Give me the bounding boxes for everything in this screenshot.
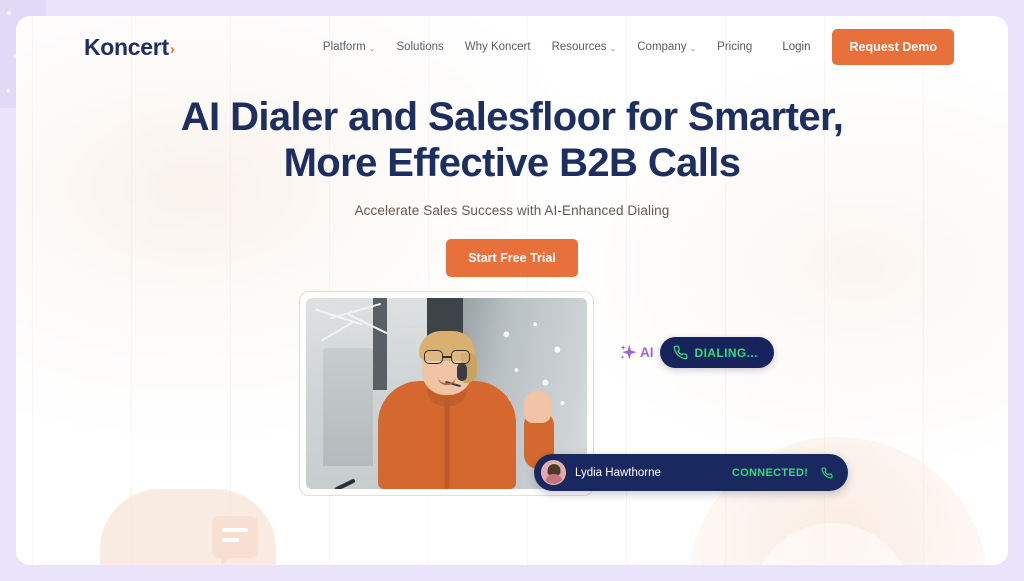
nav-item-platform[interactable]: Platform ⌄ xyxy=(323,41,376,53)
nav-item-resources[interactable]: Resources ⌄ xyxy=(552,41,617,53)
photo-door xyxy=(322,347,374,467)
start-free-trial-button[interactable]: Start Free Trial xyxy=(446,238,578,277)
agent-pen xyxy=(334,478,356,489)
headset-icon xyxy=(456,363,467,381)
nav-label: Solutions xyxy=(396,41,444,53)
dialing-status-text: DIALING... xyxy=(694,345,758,360)
nav-label: Why Koncert xyxy=(464,41,531,53)
ai-sparkle-badge: AI xyxy=(619,343,654,362)
main-navigation: Platform ⌄ Solutions Why Koncert Resourc… xyxy=(323,41,752,53)
agent-torso xyxy=(377,373,516,489)
nav-label: Platform xyxy=(322,41,366,53)
nav-item-solutions[interactable]: Solutions xyxy=(396,41,443,53)
contact-name: Lydia Hawthorne xyxy=(575,466,661,479)
photo-ceiling-beams xyxy=(312,302,408,346)
chat-bubble-icon xyxy=(212,516,258,565)
logo-chevron-icon: › xyxy=(169,40,175,58)
chevron-down-icon: ⌄ xyxy=(609,43,617,53)
logo-text: Koncert xyxy=(84,33,169,60)
agent-shirt-placket xyxy=(444,397,449,489)
page-title: AI Dialer and Salesfloor for Smarter, Mo… xyxy=(16,94,1008,187)
nav-label: Company xyxy=(637,41,687,53)
phone-icon xyxy=(673,345,687,360)
phone-icon xyxy=(821,466,833,478)
page-title-line-2: More Effective B2B Calls xyxy=(283,141,741,186)
ai-dialing-group: AI DIALING... xyxy=(619,337,774,368)
avatar xyxy=(541,460,566,485)
sparkle-icon xyxy=(620,344,637,360)
site-header: Koncert › Platform ⌄ Solutions Why Konce… xyxy=(16,16,1008,78)
ai-label: AI xyxy=(640,345,654,360)
nav-label: Resources xyxy=(551,41,607,53)
nav-item-company[interactable]: Company ⌄ xyxy=(637,41,696,53)
page-card: Koncert › Platform ⌄ Solutions Why Konce… xyxy=(16,16,1008,565)
page-title-line-1: AI Dialer and Salesfloor for Smarter, xyxy=(180,95,844,139)
nav-item-why-koncert[interactable]: Why Koncert xyxy=(465,41,531,53)
chevron-down-icon: ⌄ xyxy=(368,43,376,53)
request-demo-button[interactable]: Request Demo xyxy=(832,29,954,65)
nav-label: Pricing xyxy=(717,41,753,53)
login-link[interactable]: Login xyxy=(782,41,810,53)
connected-contact-badge: Lydia Hawthorne CONNECTED! xyxy=(534,454,849,491)
connected-status-text: CONNECTED! xyxy=(731,466,809,479)
nav-item-pricing[interactable]: Pricing xyxy=(717,41,752,53)
header-actions: Login Request Demo xyxy=(782,29,954,65)
stat-teaser: Up to xyxy=(212,516,258,565)
chevron-down-icon: ⌄ xyxy=(689,43,697,53)
agent-waving-hand xyxy=(524,391,551,423)
decorative-blob-right-inner xyxy=(752,523,912,565)
agent-glasses xyxy=(423,350,470,365)
dialing-status-badge: DIALING... xyxy=(659,337,774,368)
logo[interactable]: Koncert › xyxy=(84,34,175,61)
hero-subtitle: Accelerate Sales Success with AI-Enhance… xyxy=(354,202,670,218)
